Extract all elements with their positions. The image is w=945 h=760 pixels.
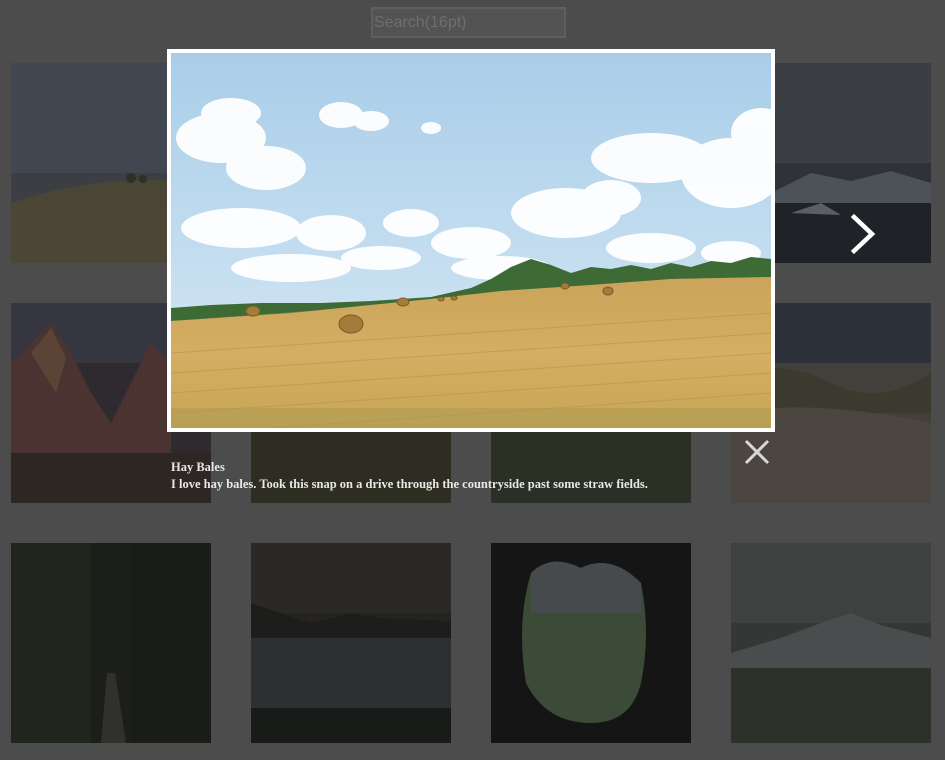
lightbox-image [167, 49, 775, 432]
lightbox-title: Hay Bales [171, 460, 225, 474]
lightbox-description: I love hay bales. Took this snap on a dr… [171, 477, 648, 491]
chevron-right-icon [850, 213, 876, 255]
lightbox-caption: Hay Bales I love hay bales. Took this sn… [171, 459, 731, 493]
lightbox-next-button[interactable] [845, 212, 879, 256]
lightbox-close-button[interactable] [741, 436, 773, 468]
close-icon [744, 439, 770, 465]
